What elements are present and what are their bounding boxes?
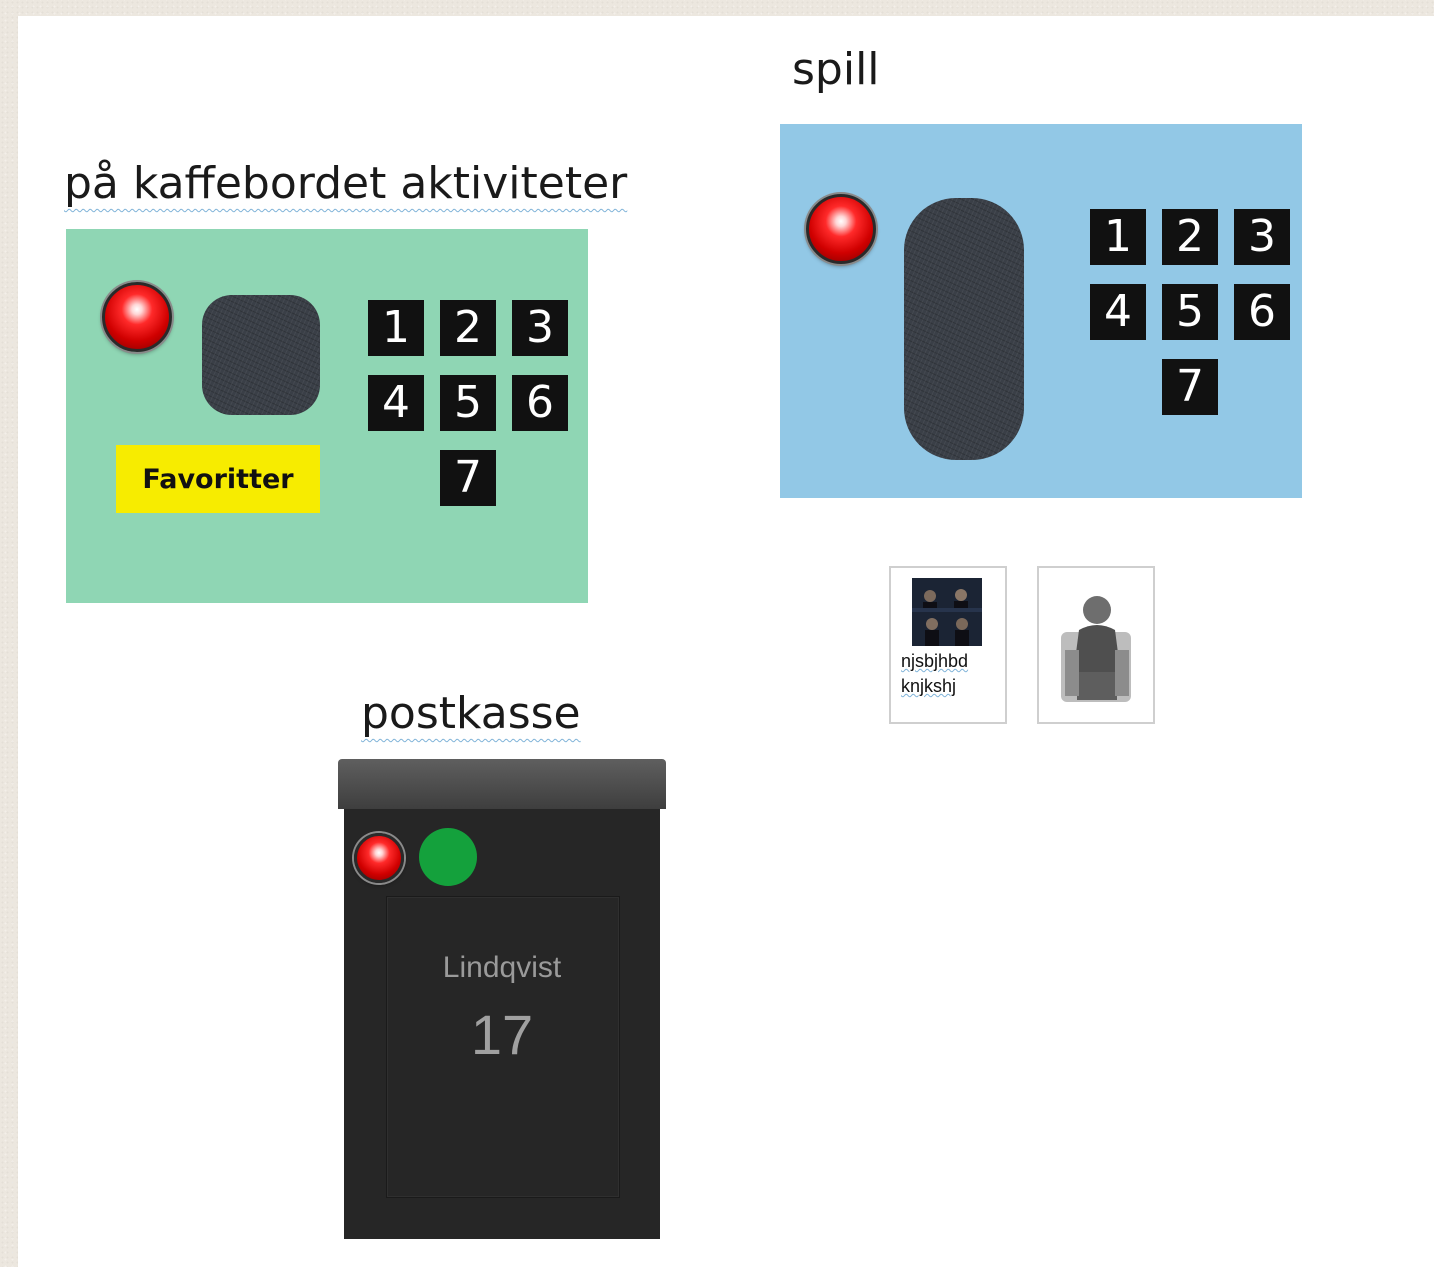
games-panel: 1 2 3 4 5 6 7 [780, 124, 1302, 498]
thumbnail-caption-line-2: knjkshj [901, 676, 957, 696]
games-key-5[interactable]: 5 [1162, 284, 1218, 340]
games-thumbnail-album[interactable]: njsbjhbd knjkshj [889, 566, 1007, 724]
mailbox-name: Lindqvist [442, 951, 562, 984]
album-cover-image [912, 578, 982, 646]
coffee-key-5[interactable]: 5 [440, 375, 496, 431]
games-key-2[interactable]: 2 [1162, 209, 1218, 265]
thumbnail-caption-line-1: njsbjhbd [901, 651, 969, 671]
coffee-key-2[interactable]: 2 [440, 300, 496, 356]
canvas: på kaffebordet aktiviteter Favoritter 1 … [18, 16, 1434, 1267]
games-key-4[interactable]: 4 [1090, 284, 1146, 340]
coffee-key-3[interactable]: 3 [512, 300, 568, 356]
games-key-1[interactable]: 1 [1090, 209, 1146, 265]
mailbox-red-button[interactable] [354, 833, 404, 883]
games-key-6[interactable]: 6 [1234, 284, 1290, 340]
coffee-key-7[interactable]: 7 [440, 450, 496, 506]
coffee-key-1[interactable]: 1 [368, 300, 424, 356]
games-red-button[interactable] [806, 194, 876, 264]
mailbox-lid [338, 759, 666, 809]
coffee-table-panel: Favoritter 1 2 3 4 5 6 7 [66, 229, 588, 603]
games-thumbnail-portrait[interactable] [1037, 566, 1155, 724]
games-key-7[interactable]: 7 [1162, 359, 1218, 415]
coffee-key-4[interactable]: 4 [368, 375, 424, 431]
games-touch-pad[interactable] [904, 198, 1024, 460]
coffee-table-touch-pad[interactable] [202, 295, 320, 415]
mailbox-green-button[interactable] [419, 828, 477, 886]
coffee-key-6[interactable]: 6 [512, 375, 568, 431]
games-title: spill [792, 44, 880, 95]
coffee-table-red-button[interactable] [102, 282, 172, 352]
seated-person-photo [1061, 596, 1131, 702]
coffee-table-title: på kaffebordet aktiviteter [64, 158, 628, 209]
mailbox-number: 17 [470, 1003, 534, 1066]
favorites-button[interactable]: Favoritter [116, 445, 320, 513]
games-key-3[interactable]: 3 [1234, 209, 1290, 265]
mailbox-title: postkasse [361, 688, 581, 739]
